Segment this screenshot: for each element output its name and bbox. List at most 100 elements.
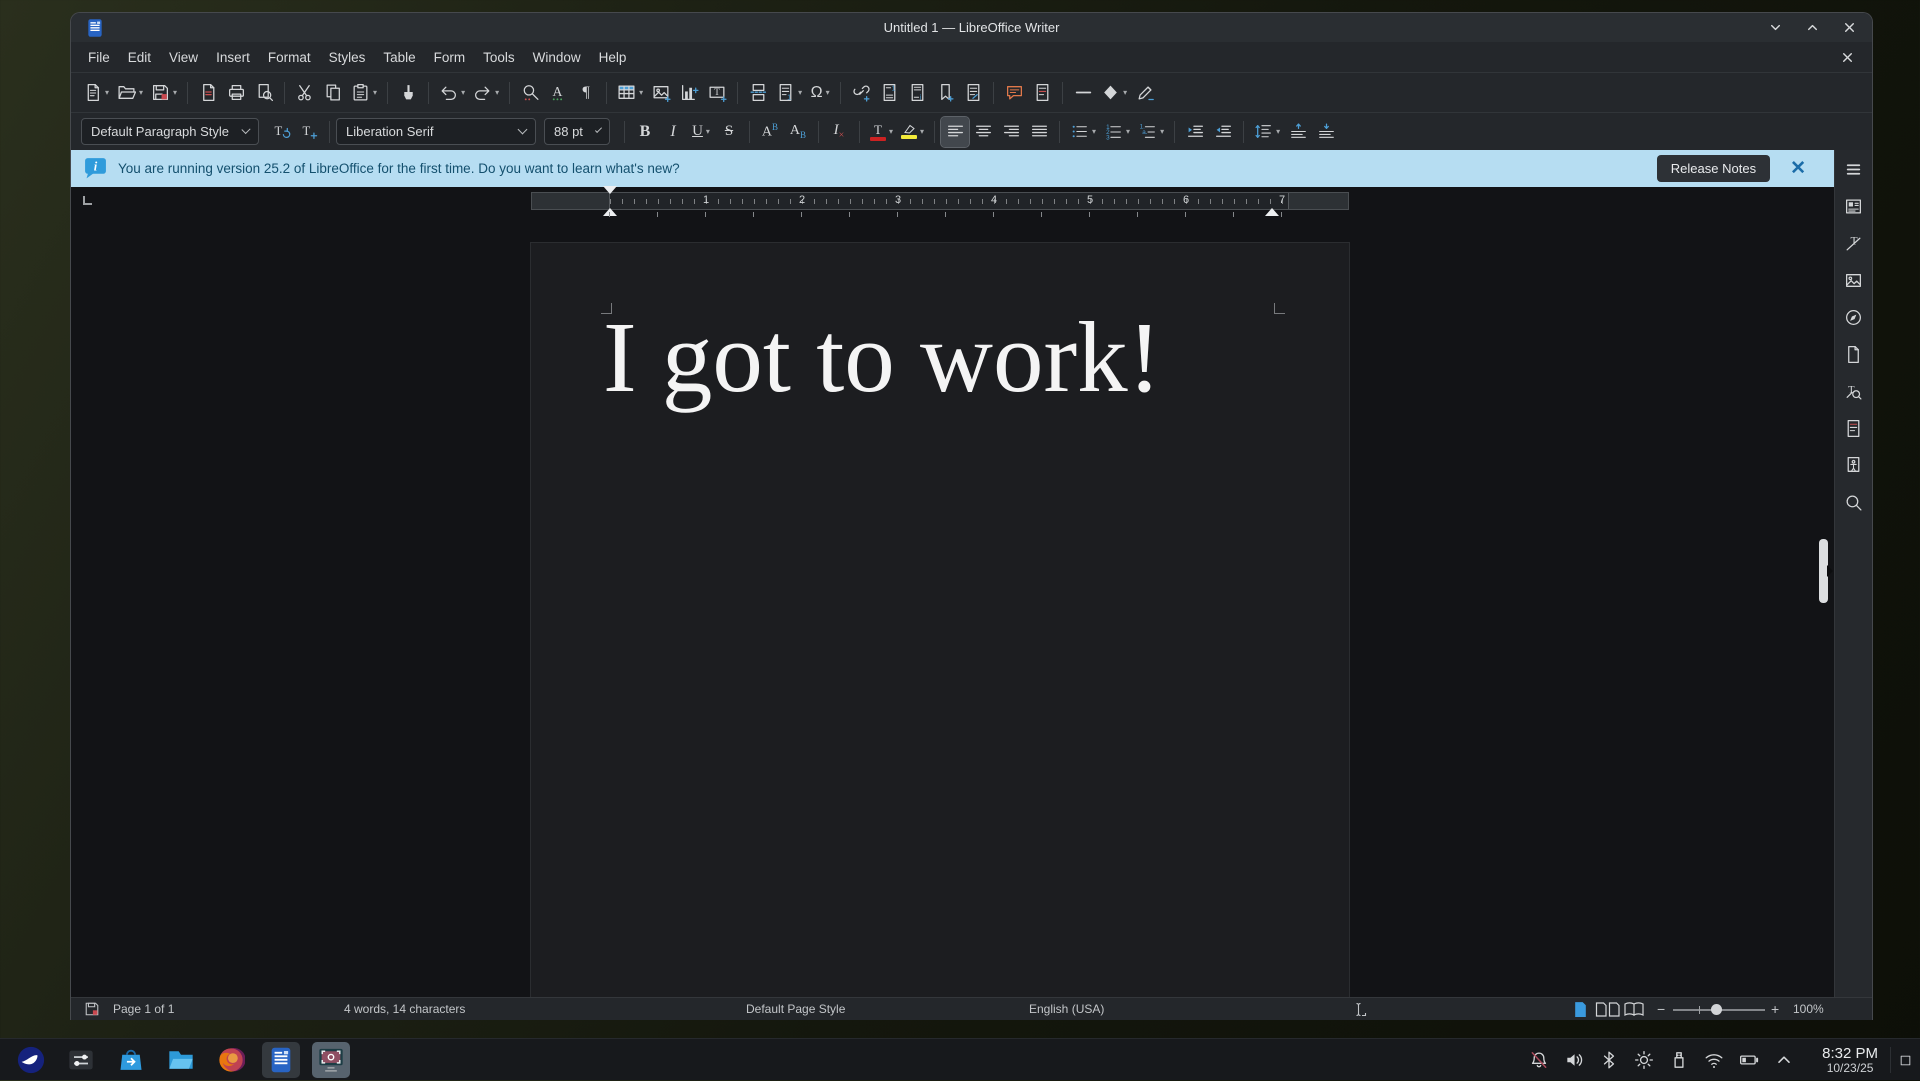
language-status[interactable]: English (USA) bbox=[1029, 998, 1104, 1020]
insert-chart-button[interactable] bbox=[675, 78, 703, 108]
zoom-in-button[interactable]: + bbox=[1771, 998, 1779, 1020]
print-preview-button[interactable] bbox=[250, 78, 278, 108]
insert-table-button[interactable]: ▾ bbox=[613, 78, 647, 108]
insert-bookmark-button[interactable] bbox=[931, 78, 959, 108]
zoom-level[interactable]: 100% bbox=[1793, 998, 1824, 1020]
sidebar-settings-button[interactable] bbox=[1839, 157, 1869, 181]
dropdown-arrow-icon[interactable]: ▾ bbox=[889, 127, 893, 136]
line-spacing-button[interactable]: ▾ bbox=[1250, 117, 1284, 147]
first-line-indent-marker[interactable] bbox=[603, 186, 617, 194]
cut-button[interactable] bbox=[291, 78, 319, 108]
insert-endnote-button[interactable]: i bbox=[903, 78, 931, 108]
find-replace-button[interactable] bbox=[516, 78, 544, 108]
titlebar[interactable]: Untitled 1 — LibreOffice Writer bbox=[71, 13, 1872, 42]
dropdown-arrow-icon[interactable]: ▾ bbox=[1126, 127, 1130, 136]
special-character-button[interactable]: Ω▾ bbox=[806, 78, 834, 108]
paragraph-style-combo[interactable]: Default Paragraph Style bbox=[81, 118, 259, 145]
draw-functions-button[interactable] bbox=[1131, 78, 1159, 108]
menu-table[interactable]: Table bbox=[374, 46, 424, 69]
outline-list-button[interactable]: 1.a.▾ bbox=[1134, 117, 1168, 147]
word-count-status[interactable]: 4 words, 14 characters bbox=[344, 998, 465, 1020]
system-settings-button[interactable] bbox=[62, 1042, 100, 1078]
bold-button[interactable]: B bbox=[631, 117, 659, 147]
clear-formatting-button[interactable]: I× bbox=[825, 117, 853, 147]
usb-device-icon[interactable] bbox=[1669, 1050, 1689, 1070]
print-button[interactable] bbox=[222, 78, 250, 108]
page-button[interactable] bbox=[1839, 342, 1869, 366]
clock[interactable]: 8:32 PM 10/23/25 bbox=[1822, 1039, 1878, 1081]
formatting-marks-button[interactable]: ¶ bbox=[572, 78, 600, 108]
menu-help[interactable]: Help bbox=[590, 46, 636, 69]
clone-formatting-button[interactable] bbox=[394, 78, 422, 108]
menu-file[interactable]: File bbox=[79, 46, 119, 69]
document-canvas[interactable]: I got to work! bbox=[71, 217, 1834, 997]
menu-tools[interactable]: Tools bbox=[474, 46, 524, 69]
insert-comment-button[interactable] bbox=[1000, 78, 1028, 108]
subscript-button[interactable]: AB bbox=[784, 117, 812, 147]
superscript-button[interactable]: AB bbox=[756, 117, 784, 147]
infobar-close-icon[interactable]: ✕ bbox=[1790, 159, 1806, 178]
bullet-list-button[interactable]: ▾ bbox=[1066, 117, 1100, 147]
close-document-icon[interactable] bbox=[1839, 49, 1864, 66]
font-name-combo[interactable]: Liberation Serif bbox=[336, 118, 536, 145]
dropdown-arrow-icon[interactable]: ▾ bbox=[706, 127, 710, 136]
basic-shapes-button[interactable]: ▾ bbox=[1097, 78, 1131, 108]
writer-task-button[interactable] bbox=[262, 1042, 300, 1078]
insert-image-button[interactable] bbox=[647, 78, 675, 108]
spelling-button[interactable]: A bbox=[544, 78, 572, 108]
menu-styles[interactable]: Styles bbox=[320, 46, 375, 69]
view-book-button[interactable] bbox=[1623, 998, 1645, 1020]
menu-format[interactable]: Format bbox=[259, 46, 320, 69]
align-right-button[interactable] bbox=[997, 117, 1025, 147]
window-maximize-icon[interactable] bbox=[1804, 19, 1821, 36]
styles-button[interactable]: T bbox=[1839, 231, 1869, 255]
release-notes-button[interactable]: Release Notes bbox=[1657, 155, 1770, 182]
decrease-indent-button[interactable] bbox=[1209, 117, 1237, 147]
file-manager-button[interactable] bbox=[162, 1042, 200, 1078]
dropdown-arrow-icon[interactable]: ▾ bbox=[1276, 127, 1280, 136]
manage-changes-button[interactable] bbox=[1839, 416, 1869, 440]
numbered-list-button[interactable]: 123▾ bbox=[1100, 117, 1134, 147]
increase-para-spacing-button[interactable] bbox=[1284, 117, 1312, 147]
insert-cross-reference-button[interactable] bbox=[959, 78, 987, 108]
update-style-button[interactable]: T bbox=[267, 117, 295, 147]
save-button[interactable]: ▾ bbox=[147, 78, 181, 108]
find-button[interactable] bbox=[1839, 490, 1869, 514]
zoom-slider[interactable] bbox=[1673, 1009, 1765, 1011]
screenshot-tool-button[interactable] bbox=[312, 1042, 350, 1078]
properties-button[interactable] bbox=[1839, 194, 1869, 218]
dropdown-arrow-icon[interactable]: ▾ bbox=[373, 88, 377, 97]
document-page[interactable]: I got to work! bbox=[531, 243, 1349, 997]
battery-icon[interactable] bbox=[1739, 1050, 1759, 1070]
align-center-button[interactable] bbox=[969, 117, 997, 147]
new-document-button[interactable]: ▾ bbox=[79, 78, 113, 108]
dropdown-arrow-icon[interactable]: ▾ bbox=[920, 127, 924, 136]
firefox-button[interactable] bbox=[212, 1042, 250, 1078]
dropdown-arrow-icon[interactable]: ▾ bbox=[1160, 127, 1164, 136]
view-multi-page-button[interactable] bbox=[1595, 998, 1621, 1020]
menu-view[interactable]: View bbox=[160, 46, 207, 69]
dropdown-arrow-icon[interactable]: ▾ bbox=[1092, 127, 1096, 136]
insert-field-button[interactable]: 1▾ bbox=[772, 78, 806, 108]
window-close-icon[interactable] bbox=[1841, 19, 1858, 36]
window-minimize-icon[interactable] bbox=[1767, 19, 1784, 36]
insert-textbox-button[interactable]: T bbox=[703, 78, 731, 108]
page-break-button[interactable] bbox=[744, 78, 772, 108]
dropdown-arrow-icon[interactable]: ▾ bbox=[105, 88, 109, 97]
wifi-icon[interactable] bbox=[1704, 1050, 1724, 1070]
style-inspector-button[interactable]: T bbox=[1839, 379, 1869, 403]
paste-button[interactable]: ▾ bbox=[347, 78, 381, 108]
view-single-page-button[interactable] bbox=[1573, 998, 1588, 1020]
zoom-out-button[interactable]: − bbox=[1657, 998, 1665, 1020]
dropdown-arrow-icon[interactable]: ▾ bbox=[1123, 88, 1127, 97]
justify-button[interactable] bbox=[1025, 117, 1053, 147]
horizontal-line-button[interactable] bbox=[1069, 78, 1097, 108]
bluetooth-icon[interactable] bbox=[1599, 1050, 1619, 1070]
insert-hyperlink-button[interactable] bbox=[847, 78, 875, 108]
decrease-para-spacing-button[interactable] bbox=[1312, 117, 1340, 147]
document-text[interactable]: I got to work! bbox=[603, 299, 1161, 415]
open-button[interactable]: ▾ bbox=[113, 78, 147, 108]
menu-window[interactable]: Window bbox=[524, 46, 590, 69]
horizontal-ruler[interactable]: 1234567 bbox=[531, 192, 1349, 210]
sidebar-hide-arrow[interactable] bbox=[1827, 565, 1833, 577]
